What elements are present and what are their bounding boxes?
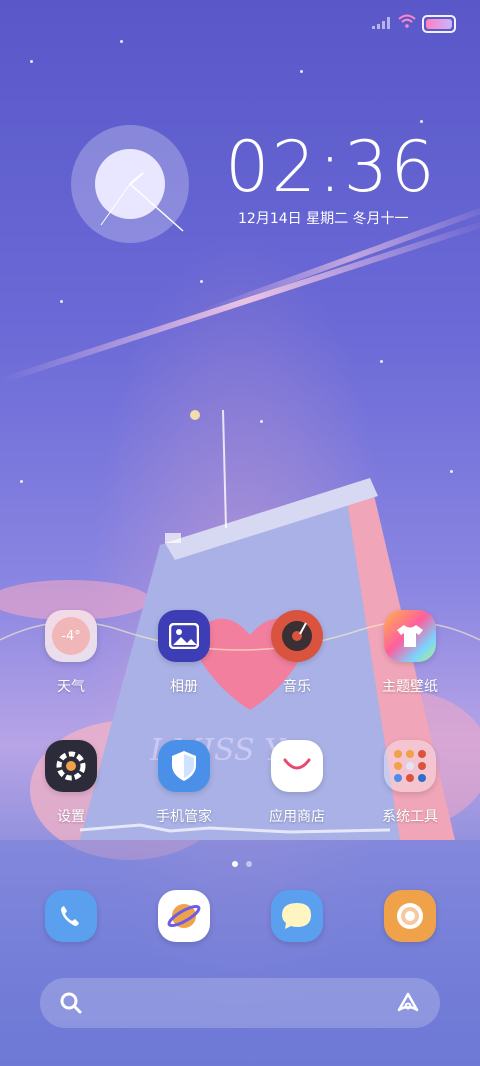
search-icon[interactable] <box>60 992 82 1014</box>
browser-icon <box>158 890 210 942</box>
messages-icon <box>271 890 323 942</box>
app-label: 系统工具 <box>382 809 438 825</box>
app-label: 手机管家 <box>156 809 212 825</box>
app-phone-manager[interactable]: 手机管家 <box>134 740 234 826</box>
app-settings[interactable]: 设置 <box>21 740 121 826</box>
phone-icon <box>45 890 97 942</box>
assistant-icon[interactable] <box>396 991 420 1015</box>
app-weather[interactable]: -4° 天气 <box>21 610 121 696</box>
wifi-icon <box>398 14 416 28</box>
app-music[interactable]: 音乐 <box>247 610 347 696</box>
app-themes[interactable]: 主题壁纸 <box>360 610 460 696</box>
settings-icon <box>45 740 97 792</box>
dock-camera[interactable] <box>360 890 460 942</box>
digital-clock[interactable]: 02:36 <box>225 132 437 202</box>
theme-icon <box>384 610 436 662</box>
search-bar[interactable] <box>40 978 440 1028</box>
app-label: 音乐 <box>283 679 311 695</box>
folder-icon <box>384 740 436 792</box>
clock-hands <box>100 172 184 232</box>
weather-icon: -4° <box>45 610 97 662</box>
app-label: 相册 <box>170 679 198 695</box>
music-icon <box>271 610 323 662</box>
app-gallery[interactable]: 相册 <box>134 610 234 696</box>
analog-clock-widget[interactable] <box>71 125 189 243</box>
battery-icon <box>422 15 456 33</box>
dock-messages[interactable] <box>247 890 347 942</box>
page-indicator <box>228 852 256 871</box>
shield-icon <box>158 740 210 792</box>
gallery-icon <box>158 610 210 662</box>
app-label: 天气 <box>57 679 85 695</box>
status-bar <box>0 0 480 40</box>
water-reflection <box>0 840 480 1066</box>
page-dot-active[interactable] <box>232 861 238 867</box>
camera-icon <box>384 890 436 942</box>
app-system-tools-folder[interactable]: 系统工具 <box>360 740 460 826</box>
signal-icon <box>372 17 390 29</box>
app-label: 主题壁纸 <box>382 679 438 695</box>
app-label: 设置 <box>57 809 85 825</box>
dock-browser[interactable] <box>134 890 234 942</box>
date-text: 12月14日 星期二 冬月十一 <box>238 211 409 227</box>
app-label: 应用商店 <box>269 809 325 825</box>
page-dot[interactable] <box>246 861 252 867</box>
app-store[interactable]: 应用商店 <box>247 740 347 826</box>
weather-temperature: -4° <box>52 617 90 655</box>
app-store-icon <box>271 740 323 792</box>
dock-phone[interactable] <box>21 890 121 942</box>
